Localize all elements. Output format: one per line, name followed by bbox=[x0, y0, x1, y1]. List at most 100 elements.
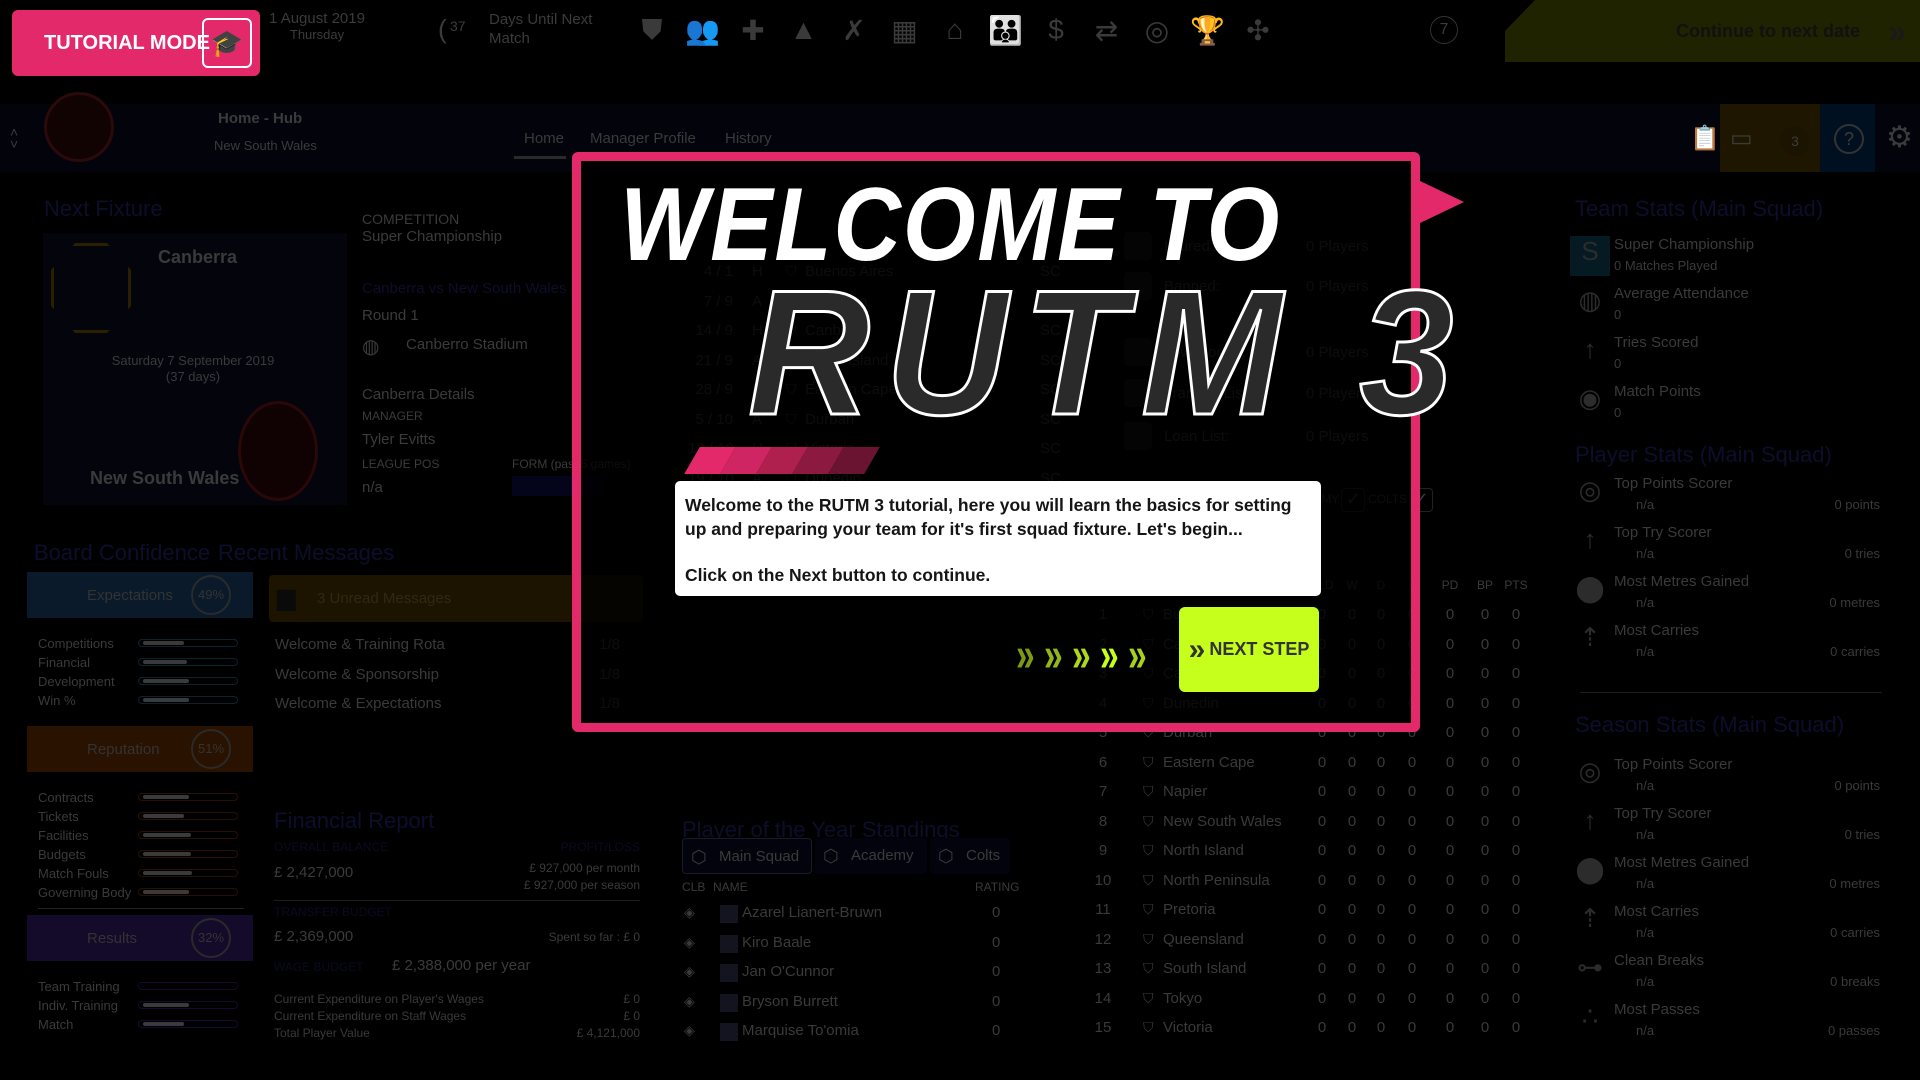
confidence-row: Match bbox=[38, 1017, 238, 1032]
team-crest-icon: ⛉ bbox=[1143, 842, 1154, 858]
confidence-label: Governing Body bbox=[38, 885, 132, 900]
line-label: Total Player Value bbox=[274, 1026, 370, 1040]
expenditure-line: Total Player Value £ 4,121,000 bbox=[274, 1026, 640, 1040]
stat-cell: 0 bbox=[1407, 901, 1417, 918]
tab-label: Colts bbox=[966, 847, 1001, 864]
stat-cell: 0 bbox=[1445, 694, 1455, 712]
section-title: Team Stats (Main Squad) bbox=[1575, 196, 1824, 221]
stat-label: Super Championship bbox=[1614, 236, 1755, 253]
switch-team-arrows[interactable]: ˄ ˅ bbox=[10, 125, 18, 151]
squad-icon[interactable]: 👪 bbox=[986, 14, 1026, 50]
column-header: NAME bbox=[713, 880, 748, 894]
confidence-bar-fill bbox=[143, 871, 192, 875]
tab-academy[interactable]: ⬡ Academy bbox=[815, 838, 927, 874]
calendar-icon[interactable]: ▦ bbox=[885, 14, 925, 50]
tutorial-mode-button[interactable]: TUTORIAL MODE 🎓 bbox=[12, 10, 260, 76]
stat-cell: 0 bbox=[1445, 635, 1455, 653]
stat-cell: 0 bbox=[1376, 842, 1386, 859]
per-season: £ 927,000 per season bbox=[523, 878, 640, 892]
clipboard-icon[interactable]: 📋 bbox=[1690, 124, 1720, 153]
team-name: Victoria bbox=[1163, 1019, 1213, 1036]
inbox-icon[interactable]: ▭ bbox=[1730, 124, 1753, 153]
stat-cell: 0 bbox=[1445, 783, 1455, 800]
confidence-bar bbox=[138, 658, 238, 666]
help-icon[interactable]: ? bbox=[1834, 124, 1864, 154]
stat-cell: 0 bbox=[1407, 989, 1417, 1007]
board-expectations-header[interactable]: Expectations 49% bbox=[27, 572, 253, 618]
message-item[interactable]: Welcome & Training Rota1/8 bbox=[275, 636, 620, 653]
stat-cell: 0 bbox=[1480, 930, 1490, 948]
player-rating: 0 bbox=[992, 963, 1001, 980]
stat-value: 0 tries bbox=[1844, 827, 1880, 842]
tab-main-squad[interactable]: ⬡ Main Squad bbox=[682, 838, 812, 874]
confidence-row: Financial bbox=[38, 655, 238, 670]
confidence-label: Tickets bbox=[38, 809, 79, 824]
line-value: £ 0 bbox=[623, 992, 640, 1006]
medical-kit-icon[interactable]: ✚ bbox=[733, 14, 773, 50]
staff-icon[interactable]: ✣ bbox=[1238, 14, 1278, 50]
overall-balance: £ 2,427,000 bbox=[274, 864, 354, 881]
section-title: Board Confidence bbox=[34, 540, 211, 565]
section-title: Next Fixture bbox=[44, 196, 163, 221]
notifications-button[interactable]: 7 bbox=[1430, 16, 1458, 44]
stat-cell: 0 bbox=[1347, 901, 1357, 918]
tab-home[interactable]: Home bbox=[524, 130, 564, 147]
message-item[interactable]: Welcome & Sponsorship1/8 bbox=[275, 666, 620, 683]
stat-player: n/a bbox=[1636, 546, 1655, 561]
training-cone-icon[interactable]: ▲ bbox=[784, 14, 824, 50]
stat-cell: 0 bbox=[1376, 960, 1386, 977]
tactics-icon[interactable]: ✗ bbox=[834, 14, 874, 50]
page-subtitle: New South Wales bbox=[214, 138, 317, 153]
wage-budget: £ 2,388,000 per year bbox=[392, 957, 531, 974]
page-title: Home - Hub bbox=[218, 110, 303, 127]
stat-cell: 0 bbox=[1407, 783, 1417, 800]
shield-icon[interactable]: ⛊ bbox=[632, 14, 672, 50]
active-tab-indicator bbox=[514, 156, 566, 159]
stat-cell: 0 bbox=[1480, 842, 1490, 859]
confidence-bar-fill bbox=[143, 660, 188, 664]
confidence-bar bbox=[138, 677, 238, 685]
stat-label: Top Try Scorer bbox=[1614, 524, 1712, 541]
section-title: Player Stats (Main Squad) bbox=[1575, 442, 1832, 467]
chevron-icon: » bbox=[1072, 629, 1091, 682]
group-name: Expectations bbox=[87, 586, 173, 604]
stat-cell: 0 bbox=[1445, 606, 1455, 623]
next-step-button[interactable]: » NEXT STEP bbox=[1179, 607, 1319, 692]
stat-cell: 0 bbox=[1511, 842, 1521, 859]
graduation-cap-icon: 🎓 bbox=[202, 18, 252, 68]
tab-history[interactable]: History bbox=[725, 130, 772, 147]
home-icon[interactable]: ⌂ bbox=[935, 14, 975, 50]
trophy-icon[interactable]: 🏆 bbox=[1188, 14, 1228, 50]
players-icon[interactable]: 👥 bbox=[683, 14, 723, 50]
transfer-icon[interactable]: ⇄ bbox=[1087, 14, 1127, 50]
tab-colts[interactable]: ⬡ Colts bbox=[930, 838, 1010, 874]
stat-cell: 0 bbox=[1511, 635, 1521, 653]
team-name: North Peninsula bbox=[1163, 871, 1270, 889]
message-item[interactable]: Welcome & Expectations1/8 bbox=[275, 695, 620, 712]
team-crest-icon: ⛉ bbox=[1143, 871, 1154, 888]
stat-value: 0 tries bbox=[1844, 546, 1880, 561]
board-results-header[interactable]: Results 32% bbox=[27, 915, 253, 961]
weekday-text: Thursday bbox=[289, 27, 345, 42]
confidence-label: Win % bbox=[38, 693, 76, 708]
stat-cell: 0 bbox=[1480, 694, 1490, 712]
double-chevron-icon: » bbox=[1888, 12, 1906, 49]
squad-icon: ⬡ bbox=[823, 846, 839, 866]
stat-value: 0 breaks bbox=[1830, 974, 1880, 989]
stadium-name: Canberro Stadium bbox=[406, 336, 528, 353]
home-team-crest bbox=[51, 243, 131, 333]
continue-button[interactable]: Continue to next date » bbox=[1475, 0, 1920, 62]
club-crest-icon: ◈ bbox=[684, 992, 695, 1009]
tab-manager-profile[interactable]: Manager Profile bbox=[590, 130, 696, 147]
player-name: Jan O'Cunnor bbox=[742, 963, 835, 980]
scouting-target-icon[interactable]: ◎ bbox=[1137, 14, 1177, 50]
board-reputation-header[interactable]: Reputation 51% bbox=[27, 726, 253, 772]
team-name: Queensland bbox=[1163, 930, 1244, 948]
confidence-row: Development bbox=[38, 674, 238, 689]
stat-cell: 0 bbox=[1511, 871, 1521, 889]
days-label: Match bbox=[489, 30, 530, 47]
chevron-icon: » bbox=[1128, 629, 1147, 682]
finance-bag-icon[interactable]: $ bbox=[1036, 14, 1076, 50]
tutorial-message: Welcome to the RUTM 3 tutorial, here you… bbox=[675, 481, 1321, 596]
gear-icon[interactable]: ⚙ bbox=[1886, 120, 1913, 155]
